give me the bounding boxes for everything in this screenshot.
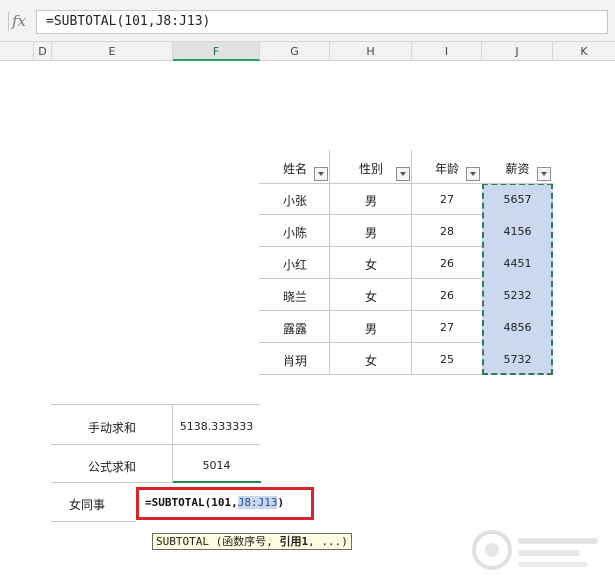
column-header-e[interactable]: E xyxy=(52,42,173,61)
fx-icon[interactable]: fx xyxy=(12,11,26,31)
highlight-annotation-box xyxy=(136,487,314,520)
column-header-j[interactable]: J xyxy=(482,42,553,61)
filter-dropdown-icon[interactable] xyxy=(396,167,410,181)
cell-name[interactable]: 露露 xyxy=(260,320,330,337)
manual-sum-label[interactable]: 手动求和 xyxy=(52,419,172,436)
cell-salary[interactable]: 5732 xyxy=(482,353,553,366)
tooltip-current-arg: 引用1 xyxy=(279,535,309,548)
summary-top-border xyxy=(51,404,260,405)
formula-bar-separator xyxy=(8,11,9,31)
formula-input[interactable]: =SUBTOTAL(101,J8:J13) xyxy=(36,10,608,34)
column-header-k[interactable]: K xyxy=(553,42,615,61)
watermark-logo xyxy=(472,530,598,570)
summary-row-border xyxy=(51,444,260,445)
cell-gender[interactable]: 男 xyxy=(330,192,412,209)
cell-age[interactable]: 27 xyxy=(412,321,482,334)
table-row-border xyxy=(259,214,482,215)
column-header-gutter xyxy=(0,42,34,61)
column-header-h[interactable]: H xyxy=(330,42,412,61)
table-row-border xyxy=(259,310,482,311)
summary-bottom-border xyxy=(51,521,136,522)
cell-salary[interactable]: 4856 xyxy=(482,321,553,334)
formula-sum-value[interactable]: 5014 xyxy=(173,459,260,472)
cell-salary[interactable]: 4156 xyxy=(482,225,553,238)
column-header-g[interactable]: G xyxy=(260,42,330,61)
summary-row-border xyxy=(51,482,173,483)
table-bottom-border xyxy=(259,374,482,375)
cell-name[interactable]: 小陈 xyxy=(260,224,330,241)
formula-sum-label[interactable]: 公式求和 xyxy=(52,458,172,475)
cell-salary[interactable]: 5232 xyxy=(482,289,553,302)
cell-age[interactable]: 27 xyxy=(412,193,482,206)
cell-salary[interactable]: 5657 xyxy=(482,193,553,206)
manual-sum-value[interactable]: 5138.333333 xyxy=(173,420,260,433)
filter-dropdown-icon[interactable] xyxy=(466,167,480,181)
cell-salary[interactable]: 4451 xyxy=(482,257,553,270)
cell-name[interactable]: 小红 xyxy=(260,256,330,273)
table-header-border xyxy=(259,183,553,184)
female-colleague-label[interactable]: 女同事 xyxy=(52,496,122,513)
column-header-i[interactable]: I xyxy=(412,42,482,61)
table-row-border xyxy=(259,278,482,279)
cell-gender[interactable]: 女 xyxy=(330,288,412,305)
cell-age[interactable]: 25 xyxy=(412,353,482,366)
filter-dropdown-icon[interactable] xyxy=(314,167,328,181)
function-args-tooltip[interactable]: SUBTOTAL (函数序号, 引用1, ...) xyxy=(152,533,352,550)
cell-name[interactable]: 小张 xyxy=(260,192,330,209)
column-header-d[interactable]: D xyxy=(34,42,52,61)
cell-gender[interactable]: 女 xyxy=(330,352,412,369)
cell-name[interactable]: 晓兰 xyxy=(260,288,330,305)
salary-range-selection[interactable] xyxy=(482,183,553,375)
table-row-border xyxy=(259,342,482,343)
cell-gender[interactable]: 男 xyxy=(330,320,412,337)
cell-name[interactable]: 肖玥 xyxy=(260,352,330,369)
filter-dropdown-icon[interactable] xyxy=(537,167,551,181)
cell-gender[interactable]: 男 xyxy=(330,224,412,241)
column-header-f[interactable]: F xyxy=(173,42,260,61)
column-header-row: D E F G H I J K xyxy=(0,42,615,61)
table-row-border xyxy=(259,246,482,247)
cell-age[interactable]: 26 xyxy=(412,257,482,270)
tooltip-args-open: (函数序号, xyxy=(208,535,280,548)
tooltip-args-close: , ...) xyxy=(308,535,348,548)
summary-row-border-green xyxy=(173,481,261,483)
cell-gender[interactable]: 女 xyxy=(330,256,412,273)
cell-age[interactable]: 28 xyxy=(412,225,482,238)
tooltip-function-name[interactable]: SUBTOTAL xyxy=(156,535,209,548)
cell-age[interactable]: 26 xyxy=(412,289,482,302)
